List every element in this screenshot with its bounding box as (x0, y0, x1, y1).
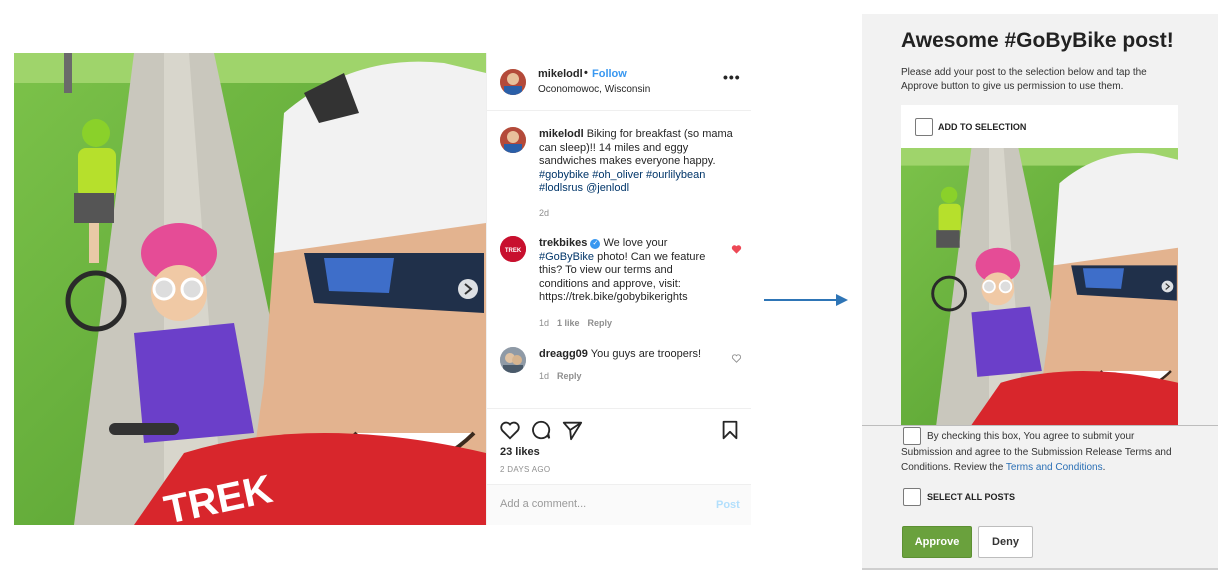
comment-time[interactable]: 1d (539, 318, 549, 328)
avatar-icon (500, 69, 526, 95)
caption-username[interactable]: mikelodl (539, 128, 584, 140)
post-location[interactable]: Oconomowoc, Wisconsin (538, 84, 650, 95)
post-comment-button[interactable]: Post (716, 499, 740, 511)
post-header: mikelodl • Follow Oconomowoc, Wisconsin … (487, 53, 751, 111)
comment-body: You guys are troopers! (590, 348, 702, 360)
post-selection-item: ADD TO SELECTION (901, 105, 1178, 425)
avatar[interactable] (500, 69, 526, 95)
like-heart-icon[interactable] (499, 419, 521, 441)
flow-arrow-icon (764, 294, 848, 306)
comment-time[interactable]: 1d (539, 371, 549, 381)
agree-terms-text: By checking this box, You agree to submi… (901, 429, 1181, 476)
post-username[interactable]: mikelodl (538, 68, 583, 80)
reply-button[interactable]: Reply (588, 318, 613, 328)
comment-item: TREK trekbikes ✓ We love your #GoByBike … (487, 236, 751, 336)
comment-likes[interactable]: 1 like (557, 318, 580, 328)
verified-badge-icon: ✓ (590, 239, 601, 249)
avatar-icon (500, 127, 526, 153)
add-to-selection-label[interactable]: ADD TO SELECTION (938, 122, 1026, 132)
trek-logo-icon: TREK (500, 236, 526, 262)
comment-username[interactable]: trekbikes (539, 237, 587, 249)
caption-time[interactable]: 2d (539, 208, 549, 218)
avatar[interactable] (500, 127, 526, 153)
deny-button[interactable]: Deny (978, 526, 1033, 558)
reply-button[interactable]: Reply (557, 371, 582, 381)
share-send-icon[interactable] (561, 419, 583, 441)
caption: mikelodl Biking for breakfast (so mama c… (487, 127, 751, 218)
save-bookmark-icon[interactable] (719, 419, 741, 441)
post-photo: TREK (14, 53, 486, 525)
follow-button[interactable]: Follow (592, 68, 627, 80)
comment-meta: 1d Reply (539, 371, 582, 381)
likes-count[interactable]: 23 likes (500, 446, 540, 458)
caption-hashtags[interactable]: #gobybike #oh_oliver #ourlilybean #lodls… (539, 169, 705, 195)
avatar[interactable] (500, 347, 526, 373)
comment-item: dreagg09 You guys are troopers! 1d Reply (487, 347, 751, 387)
select-all-checkbox[interactable] (903, 488, 921, 506)
comment-body: We love your (603, 237, 668, 249)
caption-text: mikelodl Biking for breakfast (so mama c… (539, 128, 739, 196)
add-to-selection-checkbox[interactable] (915, 118, 933, 136)
comment-hashtag[interactable]: #GoByBike (539, 251, 594, 263)
post-actions: 23 likes 2 DAYS AGO (487, 408, 751, 480)
approve-button[interactable]: Approve (902, 526, 972, 558)
select-all-label[interactable]: SELECT ALL POSTS (927, 492, 1015, 502)
comment-username[interactable]: dreagg09 (539, 348, 588, 360)
post-timestamp[interactable]: 2 DAYS AGO (500, 465, 550, 474)
post-side-panel: mikelodl • Follow Oconomowoc, Wisconsin … (486, 53, 751, 525)
divider (862, 425, 1218, 426)
screenshot: TREK mikelodl • Follow Oconomowoc, Wisco… (0, 0, 1231, 580)
add-comment-input[interactable] (500, 498, 700, 510)
selection-photo (901, 148, 1178, 425)
comment-bubble-icon[interactable] (530, 419, 552, 441)
more-options-icon[interactable]: ••• (723, 69, 741, 85)
approval-title: Awesome #GoByBike post! (901, 29, 1174, 52)
avatar-icon (500, 347, 526, 373)
liked-heart-icon[interactable] (731, 244, 742, 255)
terms-link[interactable]: Terms and Conditions (1006, 462, 1103, 473)
selection-photo-image (901, 148, 1178, 425)
add-comment-bar: Post (487, 484, 751, 525)
separator-dot: • (584, 67, 588, 79)
avatar[interactable]: TREK (500, 236, 526, 262)
approval-description: Please add your post to the selection be… (901, 67, 1147, 92)
approval-card: Awesome #GoByBike post! Please add your … (862, 14, 1218, 570)
comment-text: dreagg09 You guys are troopers! (539, 348, 739, 362)
post-photo-image: TREK (14, 53, 486, 525)
comment-meta: 1d 1 like Reply (539, 318, 612, 328)
comment-text: trekbikes ✓ We love your #GoByBike photo… (539, 237, 724, 305)
terms-end: . (1102, 462, 1106, 474)
avatar-logo-lettering: TREK (505, 248, 522, 254)
heart-outline-icon[interactable] (731, 353, 742, 364)
